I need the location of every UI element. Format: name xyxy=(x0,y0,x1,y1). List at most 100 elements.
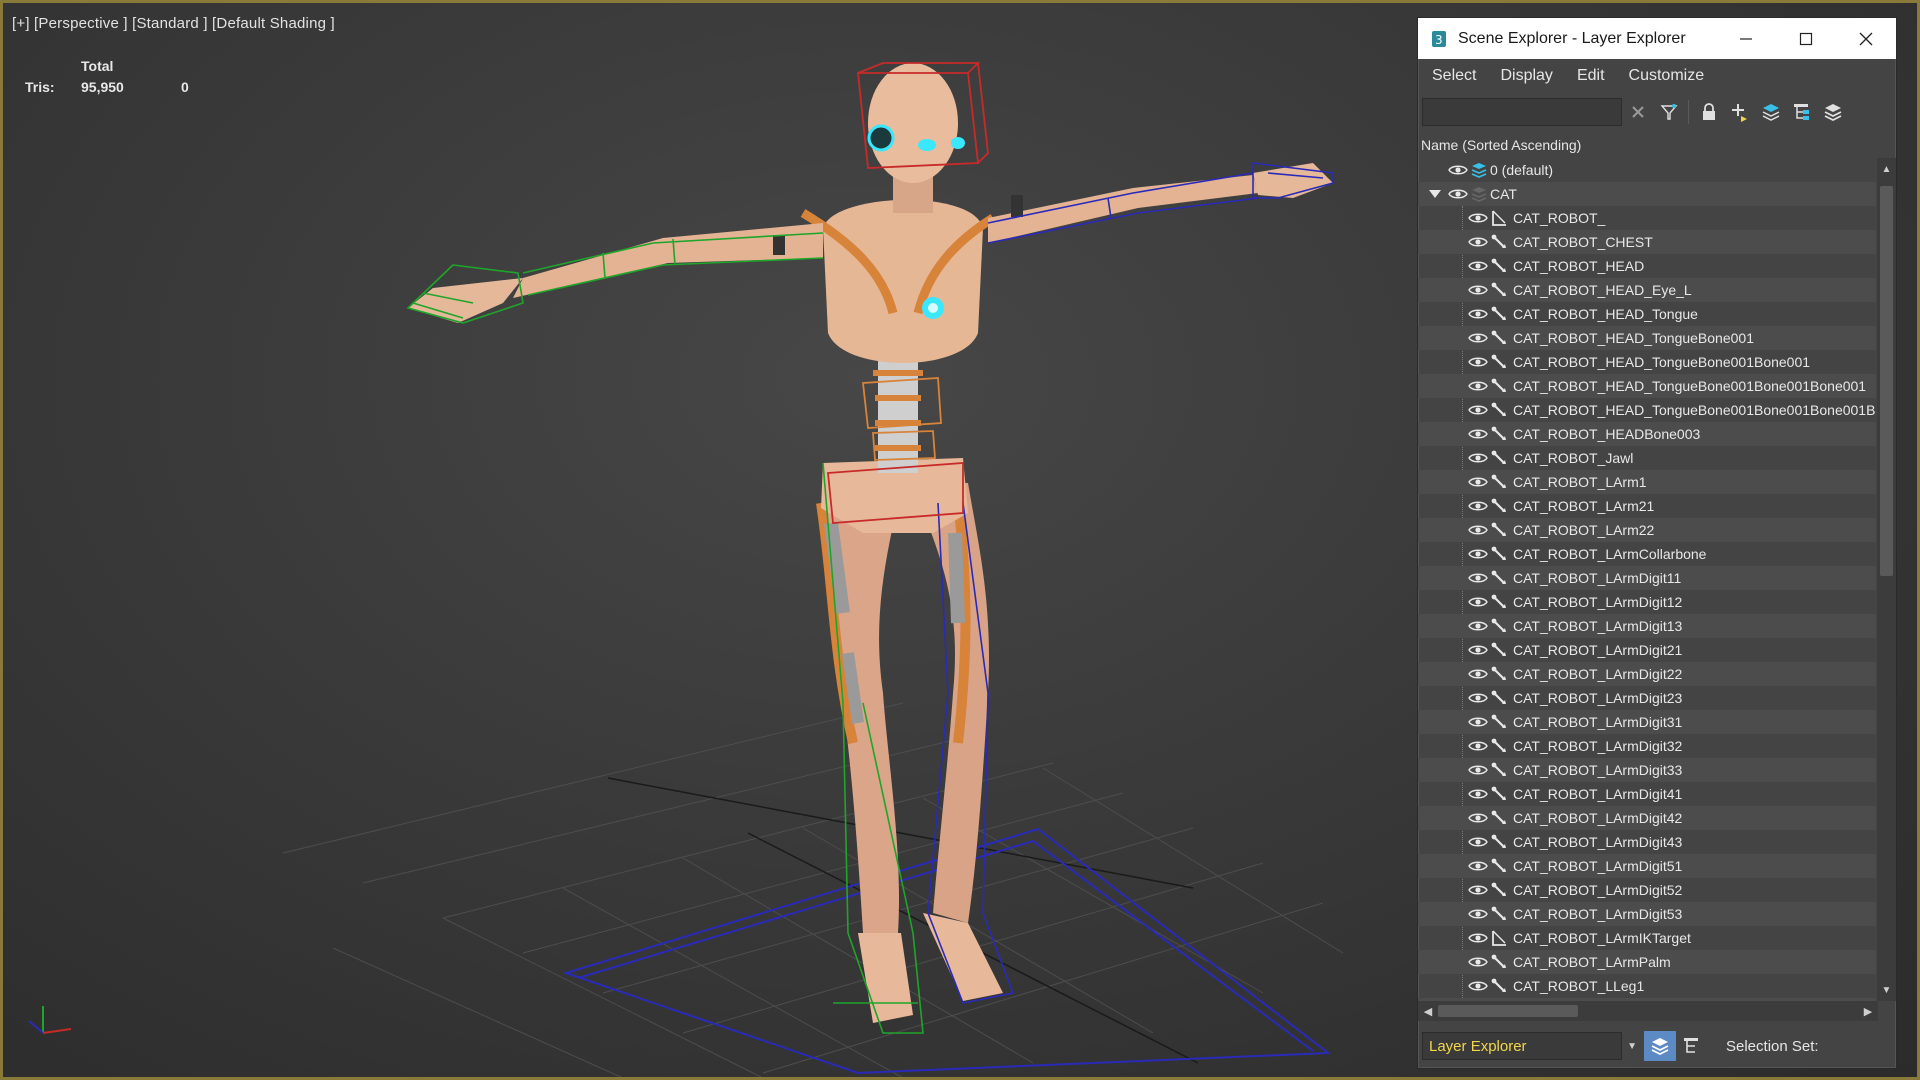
eye-icon[interactable] xyxy=(1468,259,1488,273)
layer-row[interactable]: 0 (default) xyxy=(1418,158,1876,182)
object-row[interactable]: CAT_ROBOT_LArmDigit42 xyxy=(1418,806,1876,830)
object-row[interactable]: CAT_ROBOT_LArmPalm xyxy=(1418,950,1876,974)
object-row[interactable]: CAT_ROBOT_LArmCollarbone xyxy=(1418,542,1876,566)
eye-icon[interactable] xyxy=(1468,835,1488,849)
eye-icon[interactable] xyxy=(1468,691,1488,705)
object-row[interactable]: CAT_ROBOT_HEAD xyxy=(1418,254,1876,278)
object-row[interactable]: CAT_ROBOT_LLeg1 xyxy=(1418,974,1876,998)
vertical-scroll-thumb[interactable] xyxy=(1880,186,1893,576)
object-row[interactable]: CAT_ROBOT_LArm1 xyxy=(1418,470,1876,494)
explorer-mode-dropdown[interactable]: Layer Explorer ▼ xyxy=(1422,1032,1637,1060)
eye-icon[interactable] xyxy=(1468,595,1488,609)
search-input[interactable] xyxy=(1422,98,1622,126)
object-row[interactable]: CAT_ROBOT_Jawl xyxy=(1418,446,1876,470)
layers-button[interactable] xyxy=(1818,97,1848,127)
vertical-scrollbar[interactable]: ▲ ▼ xyxy=(1877,158,1896,1001)
eye-icon[interactable] xyxy=(1468,475,1488,489)
eye-icon[interactable] xyxy=(1468,235,1488,249)
sort-by-hierarchy-button[interactable] xyxy=(1676,1031,1708,1061)
eye-icon[interactable] xyxy=(1468,499,1488,513)
object-row[interactable]: CAT_ROBOT_LArmDigit52 xyxy=(1418,878,1876,902)
object-row[interactable]: CAT_ROBOT_LArm21 xyxy=(1418,494,1876,518)
object-row[interactable]: CAT_ROBOT_HEAD_Eye_L xyxy=(1418,278,1876,302)
eye-icon[interactable] xyxy=(1468,979,1488,993)
eye-icon[interactable] xyxy=(1468,859,1488,873)
eye-icon[interactable] xyxy=(1468,211,1488,225)
viewport-label[interactable]: [+] [Perspective ] [Standard ] [Default … xyxy=(12,15,335,32)
menu-display[interactable]: Display xyxy=(1488,67,1564,85)
filter-button[interactable] xyxy=(1654,97,1684,127)
object-row[interactable]: CAT_ROBOT_LArmDigit43 xyxy=(1418,830,1876,854)
eye-icon[interactable] xyxy=(1468,355,1488,369)
object-row[interactable]: CAT_ROBOT_LArmDigit51 xyxy=(1418,854,1876,878)
eye-icon[interactable] xyxy=(1468,331,1488,345)
object-row[interactable]: CAT_ROBOT_HEADBone003 xyxy=(1418,422,1876,446)
eye-icon[interactable] xyxy=(1468,667,1488,681)
scroll-right-arrow-icon[interactable]: ▶ xyxy=(1858,1001,1878,1021)
eye-icon[interactable] xyxy=(1468,739,1488,753)
maximize-button[interactable] xyxy=(1776,18,1836,59)
eye-icon[interactable] xyxy=(1468,427,1488,441)
object-row[interactable]: CAT_ROBOT_HEAD_TongueBone001 xyxy=(1418,326,1876,350)
eye-icon[interactable] xyxy=(1468,379,1488,393)
menu-edit[interactable]: Edit xyxy=(1565,67,1617,85)
eye-icon[interactable] xyxy=(1468,883,1488,897)
scroll-up-arrow-icon[interactable]: ▲ xyxy=(1877,158,1896,180)
object-row[interactable]: CAT_ROBOT_LArmDigit11 xyxy=(1418,566,1876,590)
eye-icon[interactable] xyxy=(1468,547,1488,561)
object-row[interactable]: CAT_ROBOT_LArmDigit22 xyxy=(1418,662,1876,686)
object-row[interactable]: CAT_ROBOT_LArmDigit21 xyxy=(1418,638,1876,662)
eye-icon[interactable] xyxy=(1468,931,1488,945)
add-to-layer-button[interactable] xyxy=(1756,97,1786,127)
layer-row[interactable]: CAT xyxy=(1418,182,1876,206)
horizontal-scrollbar[interactable]: ◀ ▶ xyxy=(1418,1001,1878,1021)
eye-icon[interactable] xyxy=(1468,811,1488,825)
close-button[interactable] xyxy=(1836,18,1896,59)
object-row[interactable]: CAT_ROBOT_HEAD_TongueBone001Bone001Bone0… xyxy=(1418,374,1876,398)
object-row[interactable]: CAT_ROBOT_LArmDigit41 xyxy=(1418,782,1876,806)
object-row[interactable]: CAT_ROBOT_HEAD_TongueBone001Bone001Bone0… xyxy=(1418,398,1876,422)
object-row[interactable]: CAT_ROBOT_CHEST xyxy=(1418,230,1876,254)
object-row[interactable]: CAT_ROBOT_LArmDigit31 xyxy=(1418,710,1876,734)
eye-icon[interactable] xyxy=(1468,955,1488,969)
object-row[interactable]: CAT_ROBOT_LArmDigit13 xyxy=(1418,614,1876,638)
eye-icon[interactable] xyxy=(1448,163,1468,177)
hierarchy-button[interactable] xyxy=(1787,97,1817,127)
clear-search-button[interactable] xyxy=(1623,97,1653,127)
object-row[interactable]: CAT_ROBOT_LArmDigit12 xyxy=(1418,590,1876,614)
eye-icon[interactable] xyxy=(1468,283,1488,297)
eye-icon[interactable] xyxy=(1468,787,1488,801)
eye-icon[interactable] xyxy=(1468,619,1488,633)
horizontal-scroll-thumb[interactable] xyxy=(1438,1005,1578,1017)
object-row[interactable]: CAT_ROBOT_HEAD_TongueBone001Bone001 xyxy=(1418,350,1876,374)
eye-icon[interactable] xyxy=(1468,307,1488,321)
lock-button[interactable] xyxy=(1694,97,1724,127)
expand-triangle-icon[interactable] xyxy=(1428,187,1442,201)
object-row[interactable]: CAT_ROBOT_LArm22 xyxy=(1418,518,1876,542)
eye-icon[interactable] xyxy=(1448,187,1468,201)
eye-icon[interactable] xyxy=(1468,451,1488,465)
object-row[interactable]: CAT_ROBOT_ xyxy=(1418,206,1876,230)
eye-icon[interactable] xyxy=(1468,571,1488,585)
object-row[interactable]: CAT_ROBOT_LArmIKTarget xyxy=(1418,926,1876,950)
object-row[interactable]: CAT_ROBOT_LArmDigit33 xyxy=(1418,758,1876,782)
eye-icon[interactable] xyxy=(1468,403,1488,417)
eye-icon[interactable] xyxy=(1468,643,1488,657)
menu-customize[interactable]: Customize xyxy=(1617,67,1717,85)
eye-icon[interactable] xyxy=(1468,523,1488,537)
menu-select[interactable]: Select xyxy=(1420,67,1488,85)
object-row[interactable]: CAT_ROBOT_LArmDigit32 xyxy=(1418,734,1876,758)
scroll-down-arrow-icon[interactable]: ▼ xyxy=(1877,979,1896,1001)
eye-icon[interactable] xyxy=(1468,907,1488,921)
minimize-button[interactable] xyxy=(1716,18,1776,59)
create-layer-button[interactable] xyxy=(1725,97,1755,127)
eye-icon[interactable] xyxy=(1468,715,1488,729)
column-header-name[interactable]: Name (Sorted Ascending) xyxy=(1418,132,1896,158)
object-row[interactable]: CAT_ROBOT_LArmDigit23 xyxy=(1418,686,1876,710)
object-row[interactable]: CAT_ROBOT_HEAD_Tongue xyxy=(1418,302,1876,326)
sort-by-layers-button[interactable] xyxy=(1644,1031,1676,1061)
eye-icon[interactable] xyxy=(1468,763,1488,777)
scroll-left-arrow-icon[interactable]: ◀ xyxy=(1418,1001,1438,1021)
object-row[interactable]: CAT_ROBOT_LArmDigit53 xyxy=(1418,902,1876,926)
explorer-titlebar[interactable]: 3 Scene Explorer - Layer Explorer xyxy=(1418,18,1896,59)
